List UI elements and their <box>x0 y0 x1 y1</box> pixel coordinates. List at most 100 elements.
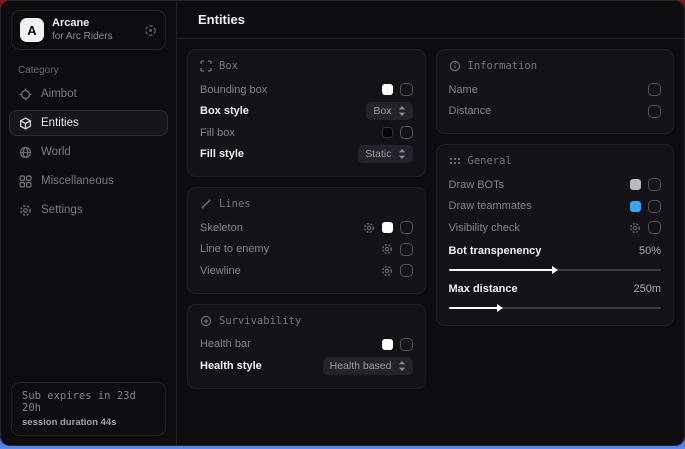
avatar: A <box>20 18 44 42</box>
box-section-header: Box <box>200 60 413 72</box>
setting-label: Viewline <box>200 265 241 277</box>
brand-card: A Arcane for Arc Riders <box>11 10 166 50</box>
globe-icon <box>19 146 32 159</box>
sidebar-item-aimbot[interactable]: Aimbot <box>9 81 168 107</box>
box-section: Box Bounding box Box style Box <box>187 49 426 177</box>
sidebar-item-miscellaneous[interactable]: Miscellaneous <box>9 168 168 194</box>
sidebar-item-label: Settings <box>41 204 83 216</box>
setting-row: Name <box>449 79 662 101</box>
sidebar-item-entities[interactable]: Entities <box>9 110 168 136</box>
dots-grid-icon <box>449 155 461 167</box>
sidebar-item-label: Aimbot <box>41 88 77 100</box>
color-swatch[interactable] <box>382 127 393 138</box>
bounding-box-checkbox[interactable] <box>400 83 413 96</box>
lines-section-header: Lines <box>200 198 413 210</box>
setting-row: Fill style Static <box>200 144 413 166</box>
chevron-up-down-icon <box>398 106 406 116</box>
dropdown-value: Box <box>373 105 391 117</box>
bot-transparency-slider-group: Bot transpenency 50% <box>449 241 662 277</box>
name-checkbox[interactable] <box>648 83 661 96</box>
line-icon <box>200 198 212 210</box>
lines-section: Lines Skeleton Line to enemy <box>187 187 426 294</box>
chevron-up-down-icon <box>398 149 406 159</box>
fill-style-dropdown[interactable]: Static <box>358 145 412 163</box>
section-title: Information <box>468 60 538 72</box>
color-swatch[interactable] <box>630 179 641 190</box>
health-style-dropdown[interactable]: Health based <box>323 357 413 375</box>
slider-thumb[interactable] <box>552 266 558 274</box>
health-icon <box>200 315 212 327</box>
info-icon <box>449 60 461 72</box>
sidebar-item-settings[interactable]: Settings <box>9 197 168 223</box>
draw-bots-checkbox[interactable] <box>648 178 661 191</box>
viewline-config-gear-icon[interactable] <box>381 265 393 277</box>
gear-icon <box>19 204 32 217</box>
survivability-section-header: Survivability <box>200 315 413 327</box>
section-title: Survivability <box>219 315 301 327</box>
distance-checkbox[interactable] <box>648 105 661 118</box>
section-title: Lines <box>219 198 251 210</box>
right-column: Information Name Distance <box>436 49 675 326</box>
information-section: Information Name Distance <box>436 49 675 134</box>
setting-label: Line to enemy <box>200 243 269 255</box>
setting-row: Health bar <box>200 334 413 356</box>
setting-label: Draw BOTs <box>449 179 505 191</box>
content: Box Bounding box Box style Box <box>177 39 684 399</box>
sidebar: A Arcane for Arc Riders Category Aimbot <box>1 1 176 445</box>
general-section-header: General <box>449 155 662 167</box>
setting-label: Skeleton <box>200 222 243 234</box>
entities-icon <box>19 117 32 130</box>
setting-row: Visibility check <box>449 217 662 239</box>
fill-box-checkbox[interactable] <box>400 126 413 139</box>
refresh-icon[interactable] <box>144 24 157 37</box>
slider-value: 50% <box>639 245 661 257</box>
color-swatch[interactable] <box>630 201 641 212</box>
app-window: A Arcane for Arc Riders Category Aimbot <box>0 0 685 446</box>
setting-label: Bounding box <box>200 84 267 96</box>
sub-expiry-text: Sub expires in 23d 20h <box>22 390 155 414</box>
chevron-up-down-icon <box>398 361 406 371</box>
max-distance-slider[interactable] <box>449 307 662 309</box>
line-to-enemy-checkbox[interactable] <box>400 243 413 256</box>
box-style-dropdown[interactable]: Box <box>366 102 412 120</box>
sidebar-nav: Aimbot Entities World Miscellaneous <box>1 81 176 223</box>
setting-row: Distance <box>449 101 662 123</box>
setting-row: Line to enemy <box>200 239 413 261</box>
setting-row: Draw BOTs <box>449 174 662 196</box>
brand-subtitle: for Arc Riders <box>52 31 113 44</box>
setting-row: Fill box <box>200 122 413 144</box>
dropdown-value: Static <box>365 148 391 160</box>
skeleton-checkbox[interactable] <box>400 221 413 234</box>
setting-row: Box style Box <box>200 101 413 123</box>
setting-row: Skeleton <box>200 217 413 239</box>
health-bar-checkbox[interactable] <box>400 338 413 351</box>
slider-value: 250m <box>633 283 661 295</box>
sidebar-item-label: Miscellaneous <box>41 175 114 187</box>
slider-fill <box>449 269 555 271</box>
slider-thumb[interactable] <box>497 304 503 312</box>
setting-label: Health style <box>200 360 262 372</box>
color-swatch[interactable] <box>382 339 393 350</box>
setting-row: Max distance 250m <box>449 278 662 300</box>
survivability-section: Survivability Health bar Health style He… <box>187 304 426 389</box>
bot-transparency-slider[interactable] <box>449 269 662 271</box>
visibility-check-checkbox[interactable] <box>648 221 661 234</box>
sidebar-item-world[interactable]: World <box>9 139 168 165</box>
left-column: Box Bounding box Box style Box <box>187 49 426 389</box>
main-header: Entities <box>177 1 684 39</box>
skeleton-config-gear-icon[interactable] <box>363 222 375 234</box>
viewline-checkbox[interactable] <box>400 264 413 277</box>
max-distance-slider-group: Max distance 250m <box>449 278 662 314</box>
color-swatch[interactable] <box>382 84 393 95</box>
setting-label: Distance <box>449 105 492 117</box>
setting-row: Bot transpenency 50% <box>449 241 662 263</box>
visibility-check-config-gear-icon[interactable] <box>629 222 641 234</box>
section-title: General <box>468 155 512 167</box>
color-swatch[interactable] <box>382 222 393 233</box>
setting-row: Bounding box <box>200 79 413 101</box>
line-to-enemy-config-gear-icon[interactable] <box>381 243 393 255</box>
draw-teammates-checkbox[interactable] <box>648 200 661 213</box>
session-duration-text: session duration 44s <box>22 417 155 428</box>
slider-fill <box>449 307 500 309</box>
general-section: General Draw BOTs Draw teammates <box>436 144 675 326</box>
